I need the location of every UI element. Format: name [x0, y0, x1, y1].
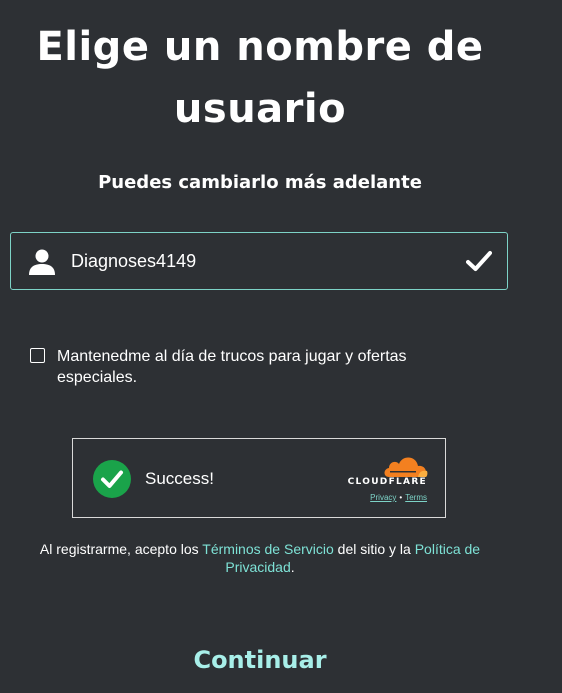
legal-notice: Al registrarme, acepto los Términos de S…	[14, 540, 506, 576]
captcha-terms-link[interactable]: Terms	[405, 493, 427, 502]
captcha-status: Success!	[145, 469, 214, 488]
page-title: Elige un nombre de usuario	[0, 16, 520, 140]
page-title-line-2: usuario	[173, 86, 347, 132]
legal-middle: del sitio y la	[333, 541, 415, 557]
newsletter-checkbox[interactable]	[30, 348, 45, 363]
legal-suffix: .	[290, 559, 295, 575]
terms-of-service-link[interactable]: Términos de Servicio	[202, 541, 334, 557]
captcha-links: Privacy • Terms	[335, 493, 427, 502]
cloudflare-logo-icon	[384, 457, 428, 477]
user-icon	[29, 249, 55, 275]
captcha-widget: Success! CLOUDFLARE Privacy • Terms	[72, 438, 446, 518]
legal-prefix: Al registrarme, acepto los	[39, 541, 203, 557]
check-icon	[466, 251, 492, 271]
page-title-line-1: Elige un nombre de	[36, 24, 484, 70]
captcha-privacy-link[interactable]: Privacy	[370, 493, 396, 502]
captcha-links-separator: •	[399, 493, 403, 502]
success-check-icon	[93, 460, 131, 498]
username-input[interactable]	[71, 241, 451, 281]
newsletter-label[interactable]: Mantenedme al día de trucos para jugar y…	[57, 346, 467, 388]
continue-button[interactable]: Continuar	[0, 646, 520, 674]
page-subtitle: Puedes cambiarlo más adelante	[98, 172, 422, 193]
cloudflare-wordmark: CLOUDFLARE	[347, 477, 427, 487]
username-field[interactable]	[10, 232, 508, 290]
